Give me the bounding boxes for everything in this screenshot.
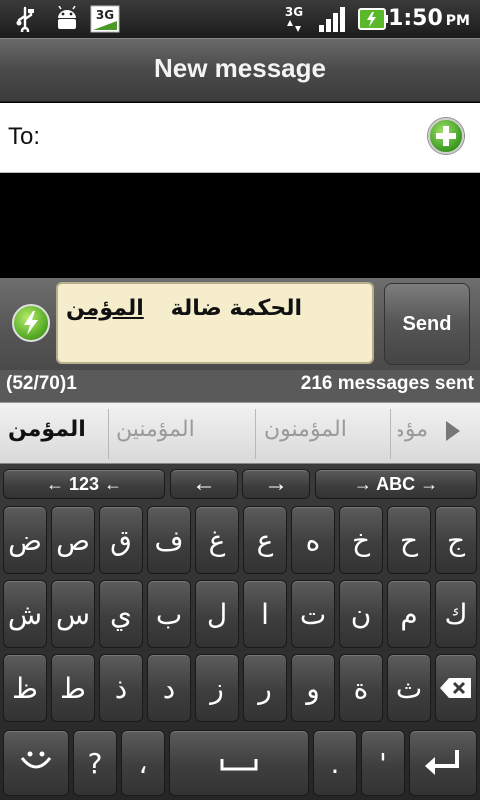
- flash-icon[interactable]: [12, 304, 50, 342]
- battery-charging-icon: [356, 5, 390, 33]
- 3g-right-label: 3G: [285, 5, 303, 19]
- keyboard: ← 123 ← ← → → ABC → ض ص ق ف غ ع ه خ ح ج …: [0, 464, 480, 800]
- numbers-key[interactable]: ← 123 ←: [3, 469, 165, 499]
- key-hha[interactable]: ح: [387, 506, 431, 574]
- comma-key[interactable]: ،: [121, 730, 165, 796]
- smiley-icon[interactable]: [3, 730, 69, 796]
- key-meem[interactable]: م: [387, 580, 431, 648]
- key-lam[interactable]: ل: [195, 580, 239, 648]
- page-title: New message: [154, 53, 326, 83]
- key-tha[interactable]: ث: [387, 654, 431, 722]
- recipient-input[interactable]: [52, 117, 412, 157]
- suggestion-divider: [255, 409, 256, 459]
- key-sad[interactable]: ص: [51, 506, 95, 574]
- key-seen[interactable]: س: [51, 580, 95, 648]
- key-kaf[interactable]: ك: [435, 580, 477, 648]
- backspace-icon[interactable]: [435, 654, 477, 722]
- more-suggestions-icon[interactable]: [446, 421, 460, 441]
- period-key[interactable]: .: [313, 730, 357, 796]
- add-contact-icon[interactable]: [428, 118, 464, 154]
- key-sheen[interactable]: ش: [3, 580, 47, 648]
- suggestion-item[interactable]: مؤمن: [398, 417, 428, 442]
- key-alif[interactable]: ا: [243, 580, 287, 648]
- key-thal[interactable]: ذ: [99, 654, 143, 722]
- key-jeem[interactable]: ج: [435, 506, 477, 574]
- to-label: To:: [8, 123, 41, 150]
- key-ba[interactable]: ب: [147, 580, 191, 648]
- key-ya[interactable]: ي: [99, 580, 143, 648]
- title-bar: New message: [0, 38, 480, 102]
- counter-row: (52/70)1 216 messages sent: [0, 370, 480, 402]
- key-dal[interactable]: د: [147, 654, 191, 722]
- key-dha[interactable]: ظ: [3, 654, 47, 722]
- question-key[interactable]: ?: [73, 730, 117, 796]
- usb-icon: [12, 5, 38, 33]
- suggestion-item[interactable]: المؤمنون: [264, 417, 347, 442]
- key-zay[interactable]: ز: [195, 654, 239, 722]
- sent-counter: 216 messages sent: [300, 373, 474, 394]
- signal-icon: [316, 5, 350, 33]
- recipient-bar: To:: [0, 103, 480, 173]
- clock-time: 1:50: [388, 6, 443, 31]
- key-waw[interactable]: و: [291, 654, 335, 722]
- space-icon[interactable]: [169, 730, 309, 796]
- key-ta[interactable]: ت: [291, 580, 335, 648]
- key-ta-marbuta[interactable]: ة: [339, 654, 383, 722]
- suggestion-bar: المؤمن المؤمنين المؤمنون مؤمن: [0, 402, 480, 464]
- clock-ampm: PM: [445, 13, 470, 29]
- send-button[interactable]: Send: [384, 283, 470, 365]
- key-ha[interactable]: ه: [291, 506, 335, 574]
- key-fa[interactable]: ف: [147, 506, 191, 574]
- char-counter: (52/70)1: [6, 373, 77, 394]
- cursor-left-key[interactable]: ←: [170, 469, 238, 499]
- enter-icon[interactable]: [409, 730, 477, 796]
- composing-word: المؤمن: [66, 296, 144, 321]
- 3g-data-icon: 3G: [280, 5, 310, 33]
- clock: 1:50 PM: [388, 6, 470, 31]
- message-text: الحكمة ضالة: [170, 296, 302, 321]
- status-bar: 3G 3G 1:50 PM: [0, 0, 480, 38]
- suggestion-item[interactable]: المؤمن: [8, 417, 86, 442]
- android-debug-icon: [52, 5, 82, 33]
- key-ghain[interactable]: غ: [195, 506, 239, 574]
- cursor-right-key[interactable]: →: [242, 469, 310, 499]
- key-qaf[interactable]: ق: [99, 506, 143, 574]
- suggestion-item[interactable]: المؤمنين: [116, 417, 195, 442]
- suggestion-divider: [108, 409, 109, 459]
- 3g-icon: 3G: [90, 5, 120, 33]
- key-dad[interactable]: ض: [3, 506, 47, 574]
- key-ra[interactable]: ر: [243, 654, 287, 722]
- apostrophe-key[interactable]: ': [361, 730, 405, 796]
- abc-key[interactable]: → ABC →: [315, 469, 477, 499]
- key-noon[interactable]: ن: [339, 580, 383, 648]
- 3g-left-label: 3G: [96, 8, 114, 22]
- suggestion-divider: [390, 409, 391, 459]
- key-ain[interactable]: ع: [243, 506, 287, 574]
- key-kha[interactable]: خ: [339, 506, 383, 574]
- key-tta[interactable]: ط: [51, 654, 95, 722]
- message-input[interactable]: الحكمة ضالة المؤمن: [56, 282, 374, 364]
